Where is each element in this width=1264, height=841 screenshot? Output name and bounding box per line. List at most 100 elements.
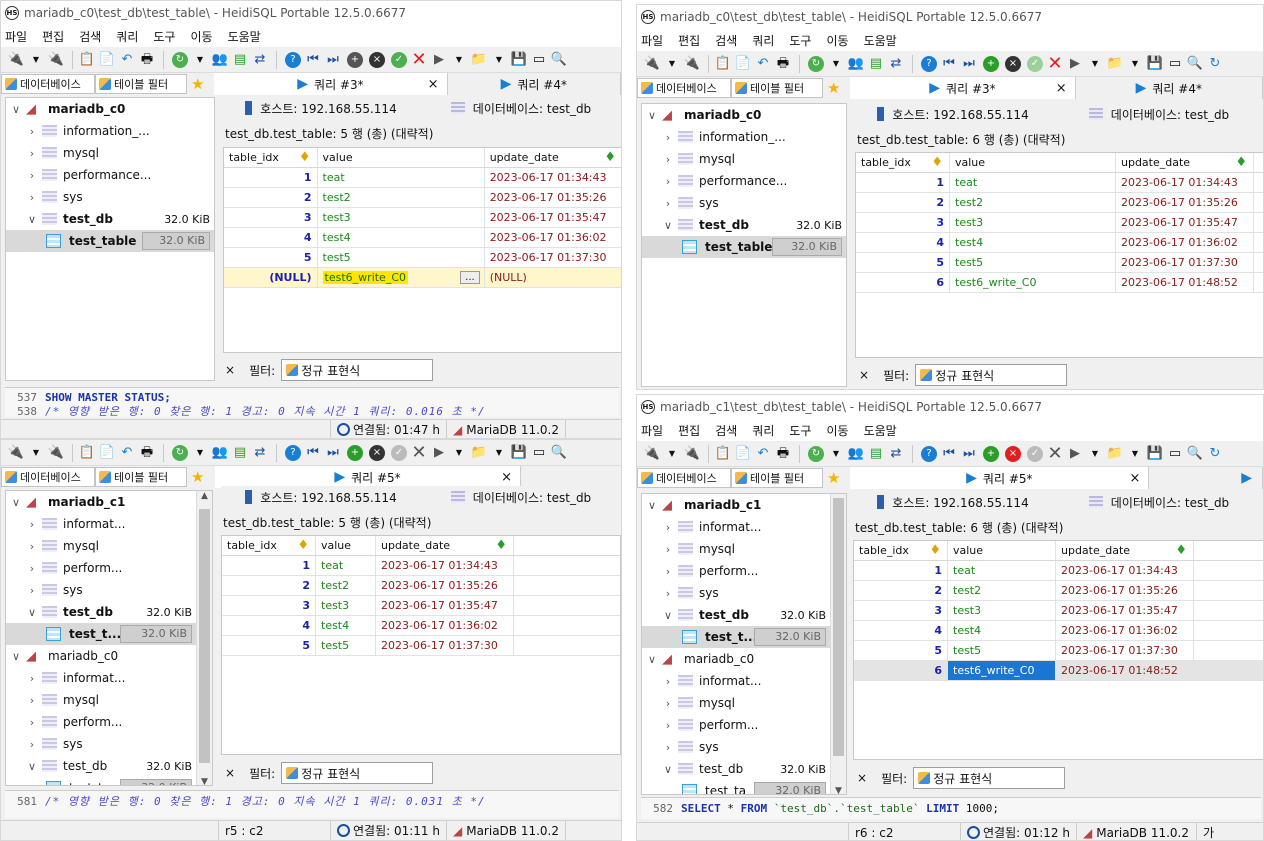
scroll-down-icon[interactable]: ▼ (197, 777, 212, 785)
chevron-down-icon[interactable]: ∨ (10, 650, 22, 663)
tree-table-test-table[interactable]: test_table 32.0 KiB (642, 236, 846, 258)
chevron-down-icon[interactable]: ∨ (10, 103, 22, 116)
menu-tools[interactable]: 도구 (789, 422, 811, 439)
chevron-right-icon[interactable]: › (662, 741, 674, 754)
tree-db-test-db[interactable]: ∨ test_db 32.0 KiB (642, 758, 846, 780)
cancel-icon[interactable]: ✕ (1046, 444, 1064, 463)
user-manager-icon[interactable]: 👥 (847, 55, 865, 73)
close-icon[interactable]: × (501, 470, 512, 485)
menu-query[interactable]: 쿼리 (752, 422, 774, 439)
snippet-icon[interactable]: ▭ (1166, 55, 1184, 73)
tree-db-performance-schema[interactable]: › performance... (6, 164, 214, 186)
chevron-down-icon[interactable]: ∨ (26, 760, 38, 773)
folder-icon[interactable]: 📁 (1106, 445, 1124, 463)
help-icon[interactable]: ? (285, 444, 301, 461)
menu-search[interactable]: 검색 (715, 32, 737, 49)
tab-database-filter[interactable]: 데이터베이스 (1, 467, 95, 487)
connect-icon[interactable]: 🔌 (643, 445, 661, 463)
connect-icon[interactable]: 🔌 (7, 444, 25, 462)
delete-icon[interactable]: × (369, 51, 385, 68)
column-header[interactable]: update_date ♦ (1116, 153, 1254, 172)
dropdown-icon[interactable]: ▼ (191, 444, 209, 462)
favorite-star-icon[interactable]: ★ (827, 79, 840, 97)
tree-server-c1[interactable]: ∨ ◢ mariadb_c1 (6, 491, 212, 513)
chevron-down-icon[interactable]: ∨ (10, 496, 22, 509)
tree-db-sys[interactable]: › sys (6, 186, 214, 208)
tree-db-performance-schema[interactable]: › perform... (6, 557, 212, 579)
connect-icon[interactable]: 🔌 (7, 51, 25, 69)
save-icon[interactable]: 💾 (510, 444, 528, 462)
undo-icon[interactable]: ↶ (754, 55, 772, 73)
chevron-down-icon[interactable]: ∨ (662, 609, 674, 622)
menu-help[interactable]: 도움말 (864, 422, 897, 439)
dropdown-icon[interactable]: ▼ (450, 444, 468, 462)
save-icon[interactable]: 💾 (510, 51, 528, 69)
close-filter-icon[interactable]: × (225, 766, 235, 780)
column-header[interactable]: value (316, 536, 376, 555)
column-header[interactable]: update_date ♦ (376, 536, 514, 555)
chevron-down-icon[interactable]: ∨ (26, 213, 38, 226)
undo-icon[interactable]: ↶ (118, 51, 136, 69)
paste-icon[interactable]: 📄 (98, 51, 116, 69)
chevron-right-icon[interactable]: › (662, 543, 674, 556)
chevron-right-icon[interactable]: › (662, 675, 674, 688)
sync-icon[interactable]: ⇄ (887, 55, 905, 73)
cell-editor[interactable]: test6_write_C0 (322, 271, 409, 284)
scroll-thumb[interactable] (833, 498, 844, 756)
cancel-icon[interactable]: ✕ (1046, 54, 1064, 73)
table-row[interactable]: 2 test2 2023-06-17 01:35:26 (222, 576, 620, 596)
paste-icon[interactable]: 📄 (98, 444, 116, 462)
chevron-right-icon[interactable]: › (662, 587, 674, 600)
menu-edit[interactable]: 편집 (678, 32, 700, 49)
help-icon[interactable]: ? (921, 445, 937, 462)
sql-log[interactable]: 581/* 영향 받은 행: 0 찾은 행: 1 경고: 0 지속 시간 1 쿼… (5, 790, 619, 818)
chevron-down-icon[interactable]: ∨ (646, 109, 658, 122)
dropdown-icon[interactable]: ▼ (1126, 445, 1144, 463)
tab-table-filter[interactable]: 테이블 필터 (95, 467, 187, 487)
chevron-right-icon[interactable]: › (26, 584, 38, 597)
tree-db-information-schema[interactable]: › informat... (642, 516, 846, 538)
tree-db-mysql[interactable]: › mysql (6, 535, 212, 557)
chevron-right-icon[interactable]: › (26, 169, 38, 182)
menu-search[interactable]: 검색 (715, 422, 737, 439)
help-icon[interactable]: ? (921, 55, 937, 72)
table-row[interactable]: 5 test5 2023-06-17 01:37:30 (856, 253, 1263, 273)
tab-query-5[interactable]: ▶ 쿼리 #5* × (215, 466, 521, 488)
chevron-right-icon[interactable]: › (26, 125, 38, 138)
refresh-icon[interactable]: ↻ (808, 445, 824, 462)
first-icon[interactable]: ⏮ (304, 444, 322, 462)
tree-db-information-schema[interactable]: › information_... (642, 126, 846, 148)
tab-query-next[interactable]: ▶ (1149, 467, 1263, 489)
close-icon[interactable]: × (1129, 471, 1140, 486)
tree-server-c0[interactable]: ∨ ◢ mariadb_c0 (642, 104, 846, 126)
tab-database-filter[interactable]: 데이터베이스 (1, 74, 95, 94)
run-icon[interactable]: ▶ (1066, 445, 1084, 463)
column-header[interactable]: table_idx ♦ (854, 541, 948, 560)
favorite-star-icon[interactable]: ★ (191, 75, 204, 93)
user-manager-icon[interactable]: 👥 (211, 51, 229, 69)
chevron-right-icon[interactable]: › (662, 697, 674, 710)
column-header[interactable]: update_date ♦ (485, 148, 621, 167)
export-icon[interactable]: ▤ (231, 444, 249, 462)
paste-icon[interactable]: 📄 (734, 445, 752, 463)
table-row[interactable]: 5 test5 2023-06-17 01:37:30 (224, 248, 621, 268)
menu-edit[interactable]: 편집 (42, 28, 64, 45)
post-icon[interactable]: ✓ (391, 444, 407, 461)
first-icon[interactable]: ⏮ (304, 51, 322, 69)
export-icon[interactable]: ▤ (867, 55, 885, 73)
menu-file[interactable]: 파일 (5, 28, 27, 45)
refresh-icon[interactable]: ↻ (808, 55, 824, 72)
tree-server-c0[interactable]: ∨ ◢ mariadb_c0 (6, 645, 212, 667)
print-icon[interactable]: 🖶 (774, 445, 792, 463)
tree-server-c0[interactable]: ∨ ◢ mariadb_c0 (642, 648, 846, 670)
filter-input[interactable]: 정규 표현식 (281, 762, 434, 784)
table-row[interactable]: 4 test4 2023-06-17 01:36:02 (224, 228, 621, 248)
dropdown-icon[interactable]: ▼ (827, 445, 845, 463)
chevron-down-icon[interactable]: ∨ (662, 763, 674, 776)
sync-icon[interactable]: ⇄ (251, 51, 269, 69)
tab-database-filter[interactable]: 데이터베이스 (637, 468, 731, 488)
table-row[interactable]: 3 test3 2023-06-17 01:35:47 (224, 208, 621, 228)
sql-editor[interactable]: 582 SELECT * FROM `test_db`.`test_table`… (641, 797, 1261, 819)
favorite-star-icon[interactable]: ★ (827, 469, 840, 487)
add-icon[interactable]: + (347, 444, 363, 461)
